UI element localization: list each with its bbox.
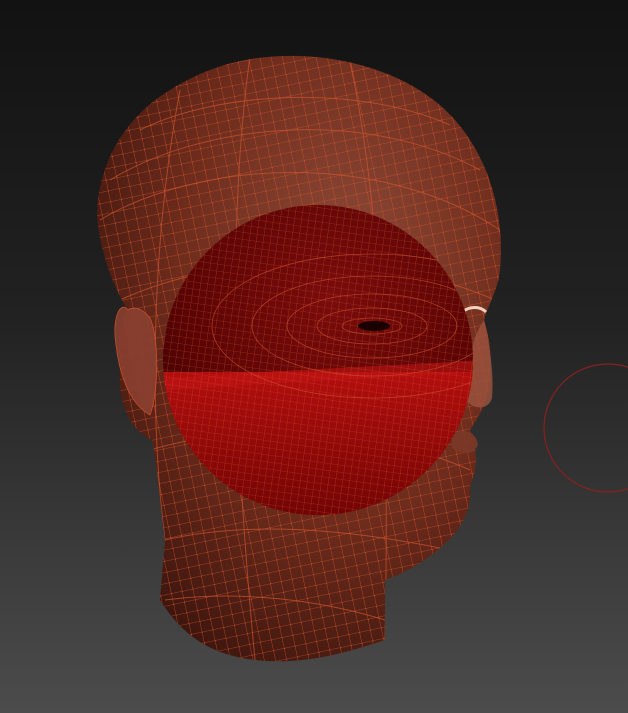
3d-viewport[interactable] [0, 0, 628, 713]
sphere-pole [358, 321, 390, 331]
viewport-canvas[interactable] [0, 0, 628, 713]
